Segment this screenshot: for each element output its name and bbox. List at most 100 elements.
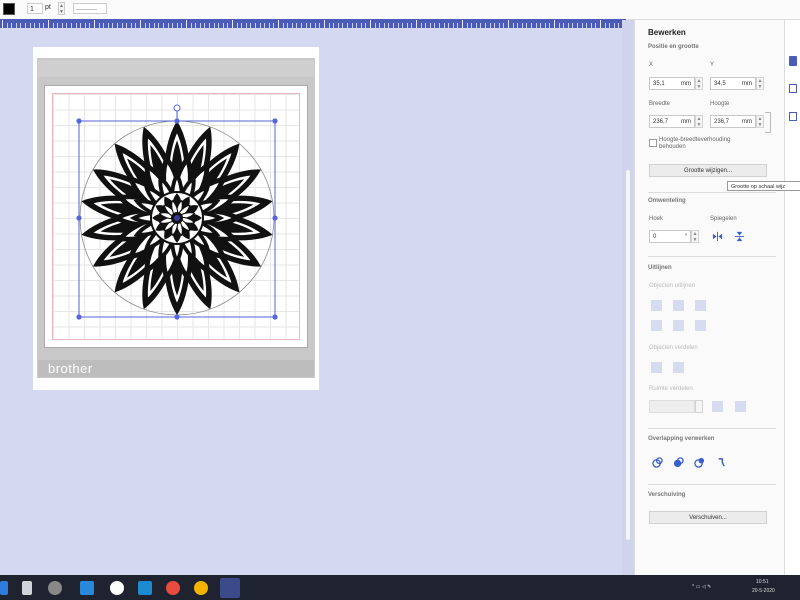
angle-field[interactable]: 0 ° [649,230,691,243]
calculator-icon[interactable] [22,581,32,595]
mirror-vertical-icon[interactable] [734,231,745,242]
space-horizontal-icon[interactable] [712,401,723,412]
stroke-unit-label: pt [45,4,51,11]
clock-time: 10:51 [756,579,769,585]
angle-stepper[interactable]: ▲ ▼ [691,230,699,243]
resize-handle-br[interactable] [272,314,278,320]
brand-logo: brother [48,361,93,376]
space-label: Ruimte verdelen [649,386,693,392]
angle-value: 0 [653,234,657,240]
align-left-icon[interactable] [651,300,662,311]
mat-top-strip [38,60,314,77]
align-top-icon[interactable] [651,320,662,331]
mirror-label: Spiegelen [710,216,737,222]
distribute-label: Objecten verdelen [649,345,698,351]
divider [648,484,776,485]
media-icon[interactable] [110,581,124,595]
y-value: 34,5 [714,81,726,87]
resize-handle-r[interactable] [272,215,278,221]
stroke-width-stepper[interactable]: ▲ ▼ [58,2,65,15]
top-toolbar: 1 pt ▲ ▼ ——— [0,0,800,20]
width-value: 236,7 [653,119,669,125]
start-icon[interactable] [0,581,8,595]
resize-handle-bl[interactable] [76,314,82,320]
rotate-heading: Omwenteling [648,198,686,204]
resize-handle-tl[interactable] [76,118,82,124]
clock-date: 20-5-2020 [752,588,775,594]
x-unit: mm [681,81,691,87]
store-icon[interactable] [80,581,94,595]
group-icon[interactable] [673,457,684,468]
rotate-handle[interactable] [173,104,181,112]
resize-handle-b[interactable] [174,314,180,320]
tray-icons[interactable]: ^ ▭ ◁ ✎ [692,584,711,590]
height-value: 236,7 [714,119,730,125]
edit-tab-icon[interactable] [789,56,797,66]
space-stepper[interactable] [695,400,703,413]
line-style-select[interactable]: ——— [73,3,107,14]
scrollbar-thumb[interactable] [626,170,630,540]
divider [648,192,776,193]
overlap-heading: Overlapping verwerken [648,436,715,442]
x-value: 35,1 [653,81,665,87]
y-position-field[interactable]: 34,5 mm [710,77,756,90]
stroke-width-field[interactable]: 1 [27,3,43,14]
ratio-lock-bracket [765,112,771,133]
align-middle-icon[interactable] [673,320,684,331]
height-unit: mm [742,119,752,125]
distribute-vertical-icon[interactable] [673,362,684,373]
vertical-scrollbar[interactable] [622,20,634,575]
height-label: Hoogte [710,101,730,107]
move-button[interactable]: Verschuiven... [649,511,767,524]
mandala-pattern[interactable] [80,120,273,316]
width-unit: mm [681,119,691,125]
height-field[interactable]: 236,7 mm [710,115,756,128]
y-stepper[interactable]: ▲ ▼ [756,77,764,90]
distribute-horizontal-icon[interactable] [651,362,662,373]
x-label: X [649,62,654,68]
keep-ratio-label: Hoogte-breedteverhouding behouden [659,137,731,150]
width-label: Breedte [649,101,671,107]
height-stepper[interactable]: ▲ ▼ [756,115,764,128]
horizontal-ruler [0,19,626,28]
chrome-icon[interactable] [194,581,208,595]
keep-ratio-checkbox[interactable] [649,139,657,147]
angle-unit: ° [684,234,687,240]
align-heading: Uitlijnen [648,265,672,271]
width-stepper[interactable]: ▲ ▼ [695,115,703,128]
resize-handle-l[interactable] [76,215,82,221]
right-sidebar [784,20,800,575]
app-icon[interactable] [48,581,62,595]
subtract-icon[interactable] [694,457,705,468]
y-label: Y [710,62,715,68]
mirror-horizontal-icon[interactable] [712,231,723,242]
divider [648,256,776,257]
panel-title: Bewerken [648,28,686,37]
photos-icon[interactable] [166,581,180,595]
mail-icon[interactable] [138,581,152,595]
space-vertical-icon[interactable] [735,401,746,412]
fill-color-swatch[interactable] [3,3,15,15]
angle-label: Hoek [649,216,664,222]
space-field[interactable] [649,400,695,413]
resize-tooltip: Grootte op schaal wijz [727,181,800,191]
align-center-icon[interactable] [673,300,684,311]
settings-tab-icon[interactable] [789,112,797,121]
layers-tab-icon[interactable] [789,84,797,93]
resize-handle-t[interactable] [174,118,180,124]
canvas-workspace-icon[interactable] [220,578,240,598]
align-objects-label: Objecten uitlijnen [649,283,696,289]
divider [648,428,776,429]
mandala-design[interactable] [70,100,285,325]
align-bottom-icon[interactable] [695,320,706,331]
weld-icon[interactable] [652,457,663,468]
x-stepper[interactable]: ▲ ▼ [695,77,703,90]
intersect-icon[interactable] [715,457,726,468]
resize-button[interactable]: Grootte wijzigen... [649,164,767,177]
align-right-icon[interactable] [695,300,706,311]
resize-handle-tr[interactable] [272,118,278,124]
move-heading: Verschuiving [648,492,686,498]
x-position-field[interactable]: 35,1 mm [649,77,695,90]
width-field[interactable]: 236,7 mm [649,115,695,128]
windows-taskbar: ^ ▭ ◁ ✎ 10:51 20-5-2020 [0,575,800,600]
